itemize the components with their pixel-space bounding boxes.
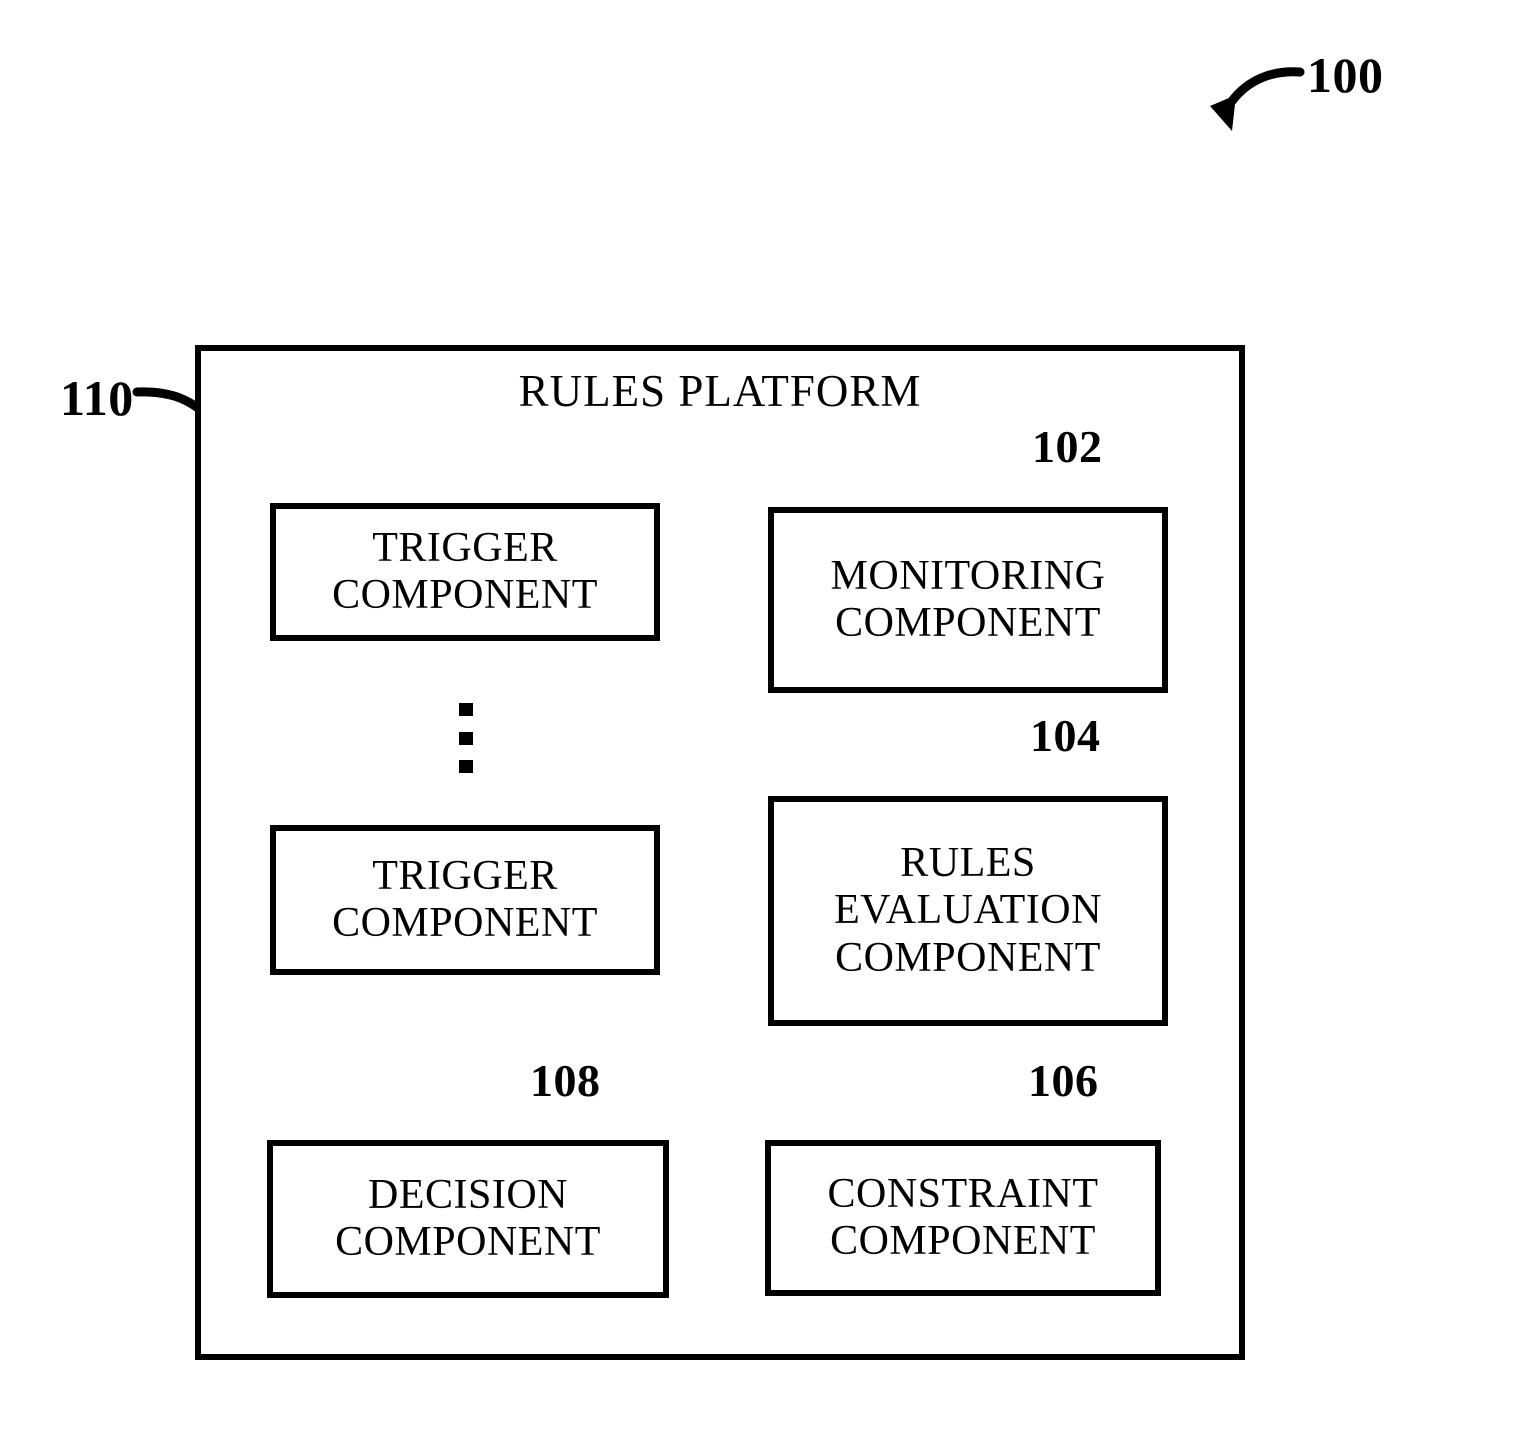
trigger-component-2-line-1: TRIGGER: [372, 852, 558, 899]
constraint-component-line-1: CONSTRAINT: [827, 1170, 1099, 1217]
constraint-component-box: CONSTRAINT COMPONENT: [765, 1140, 1161, 1296]
arrowhead-100: [1210, 95, 1236, 131]
trigger-component-2-line-2: COMPONENT: [332, 900, 598, 946]
monitoring-component-box: MONITORING COMPONENT: [768, 507, 1168, 693]
rules-evaluation-component-box: RULES EVALUATION COMPONENT: [768, 796, 1168, 1026]
monitoring-component-line-2: COMPONENT: [835, 600, 1101, 646]
reference-numeral-102: 102: [1032, 421, 1103, 472]
ellipsis-dot: [459, 703, 473, 716]
decision-component-line-2: COMPONENT: [335, 1219, 601, 1265]
rules-evaluation-component-line-3: COMPONENT: [835, 934, 1101, 981]
decision-component-line-1: DECISION: [368, 1171, 568, 1218]
reference-numeral-108: 108: [530, 1055, 601, 1106]
vertical-ellipsis-icon: [455, 703, 477, 773]
reference-numeral-104: 104: [1030, 710, 1101, 761]
monitoring-component-line-1: MONITORING: [830, 552, 1106, 599]
trigger-component-box-1: TRIGGER COMPONENT: [270, 503, 660, 641]
patent-figure: 100 110 RULES PLATFORM TRIGGER COMPONENT…: [0, 0, 1533, 1440]
trigger-component-box-2: TRIGGER COMPONENT: [270, 825, 660, 975]
ellipsis-dot: [459, 760, 473, 773]
trigger-component-1-line-2: COMPONENT: [332, 572, 598, 618]
leader-line-100: [1227, 67, 1305, 106]
rules-platform-title: RULES PLATFORM: [518, 366, 922, 416]
reference-numeral-106: 106: [1028, 1055, 1099, 1106]
rules-evaluation-component-line-1: RULES: [900, 840, 1036, 887]
rules-evaluation-component-line-2: EVALUATION: [834, 887, 1102, 934]
figure-reference-100: 100: [1307, 47, 1384, 103]
decision-component-box: DECISION COMPONENT: [267, 1140, 669, 1298]
trigger-component-1-line-1: TRIGGER: [372, 524, 558, 571]
ellipsis-dot: [459, 731, 473, 745]
constraint-component-line-2: COMPONENT: [830, 1218, 1096, 1264]
reference-numeral-110: 110: [60, 370, 134, 426]
